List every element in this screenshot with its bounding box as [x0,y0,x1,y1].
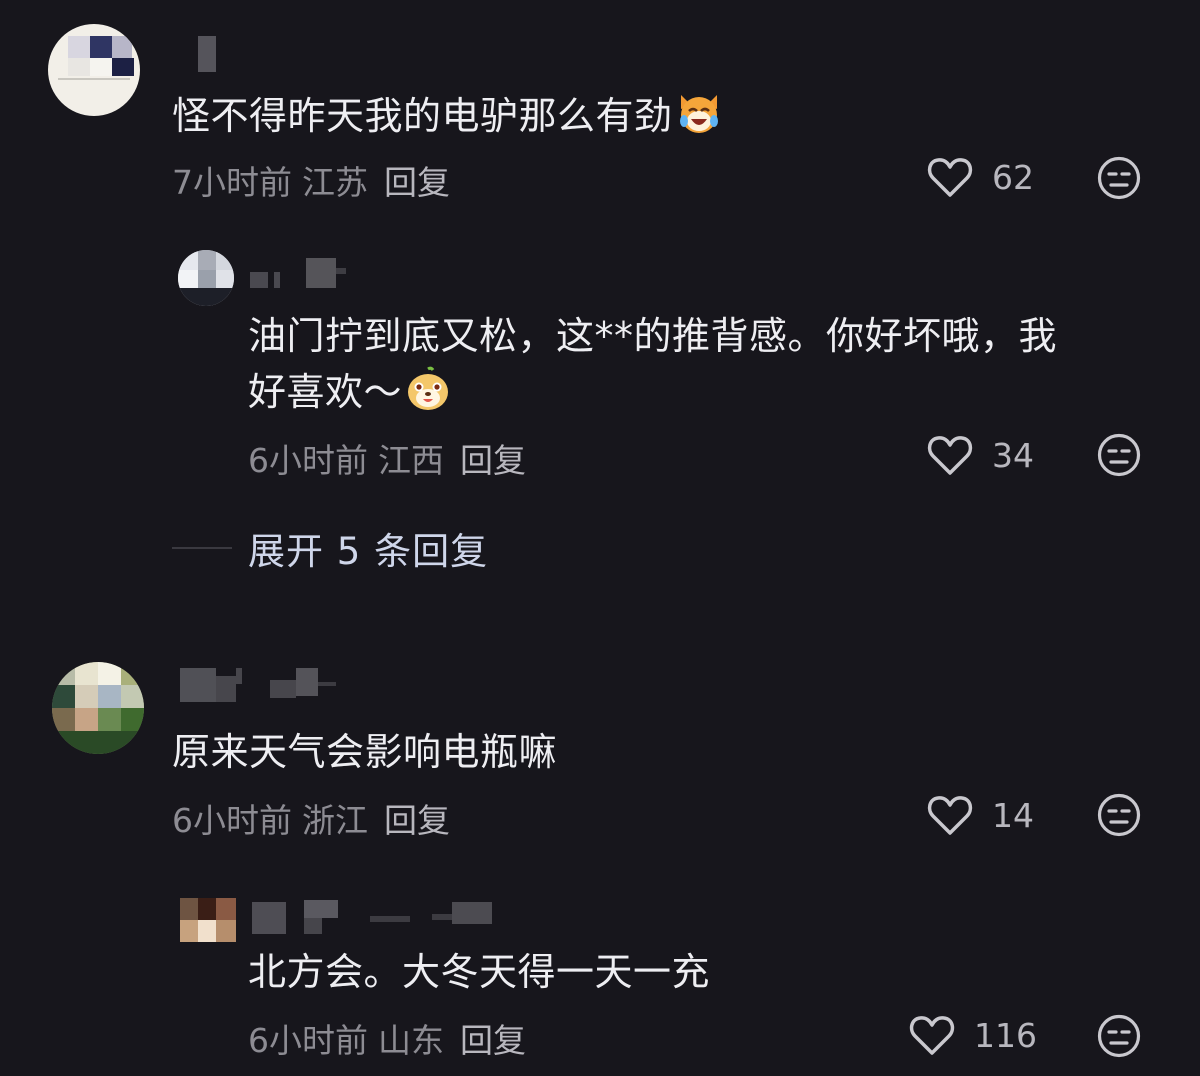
neutral-face-icon [1097,156,1141,200]
dislike-button[interactable] [1096,432,1142,478]
comment-text-content: 怪不得昨天我的电驴那么有劲 [172,94,673,138]
neutral-face-icon [1097,1014,1141,1058]
comment-text: 怪不得昨天我的电驴那么有劲 [172,88,723,144]
comment-text-line: 油门拧到底又松，这**的推背感。你好坏哦，我 [248,314,1058,358]
reply-button[interactable]: 回复 [384,163,450,202]
comment-location: 江苏 [302,163,368,202]
comment-location: 浙江 [302,801,368,840]
avatar[interactable] [48,24,140,116]
dislike-button[interactable] [1096,792,1142,838]
username[interactable] [252,900,502,936]
heart-icon [927,796,973,835]
comment-meta: 7小时前 江苏 回复 [172,156,450,204]
comment-location: 山东 [378,1021,444,1060]
avatar[interactable] [52,662,144,754]
reply-button[interactable]: 回复 [460,1021,526,1060]
like-button[interactable]: 116 [908,1010,1037,1060]
comment-text: 油门拧到底又松，这**的推背感。你好坏哦，我 好喜欢～ [248,308,1057,420]
username[interactable] [250,258,350,294]
like-count: 34 [992,435,1034,475]
like-button[interactable]: 62 [926,152,1034,202]
comment-time: 6小时前 [248,441,368,480]
like-button[interactable]: 14 [926,790,1034,840]
neutral-face-icon [1097,433,1141,477]
comment-text-content: 北方会。大冬天得一天一充 [248,950,711,994]
username[interactable] [180,668,340,704]
comment-text-content: 原来天气会影响电瓶嘛 [172,730,558,774]
comment-text: 原来天气会影响电瓶嘛 [172,724,557,780]
heart-icon [909,1016,955,1055]
dislike-button[interactable] [1096,155,1142,201]
comment-time: 6小时前 [248,1021,368,1060]
reply-button[interactable]: 回复 [460,441,526,480]
comment-time: 6小时前 [172,801,292,840]
dislike-button[interactable] [1096,1013,1142,1059]
heart-icon [927,158,973,197]
comment-location: 江西 [378,441,444,480]
username[interactable] [198,36,218,72]
reply-button[interactable]: 回复 [384,801,450,840]
like-count: 62 [992,157,1034,197]
heart-icon [927,436,973,475]
like-count: 116 [974,1015,1037,1055]
comment-meta: 6小时前 山东 回复 [248,1014,526,1062]
like-count: 14 [992,795,1034,835]
comment-meta: 6小时前 浙江 回复 [172,794,450,842]
comment-text-content: 好喜欢～ [248,370,403,414]
comment-meta: 6小时前 江西 回复 [248,434,526,482]
comment-text-line-2: 好喜欢～ [248,364,1057,420]
divider [172,547,232,549]
comment-text: 北方会。大冬天得一天一充 [248,944,710,1000]
neutral-face-icon [1097,793,1141,837]
laughing-cat-emoji [675,89,723,137]
avatar[interactable] [180,898,236,942]
expand-replies-button[interactable]: 展开 5 条回复 [172,522,488,574]
happy-dog-emoji [404,365,452,413]
like-button[interactable]: 34 [926,430,1034,480]
expand-replies-label: 展开 5 条回复 [248,530,489,573]
avatar[interactable] [178,250,234,306]
comment-time: 7小时前 [172,163,292,202]
